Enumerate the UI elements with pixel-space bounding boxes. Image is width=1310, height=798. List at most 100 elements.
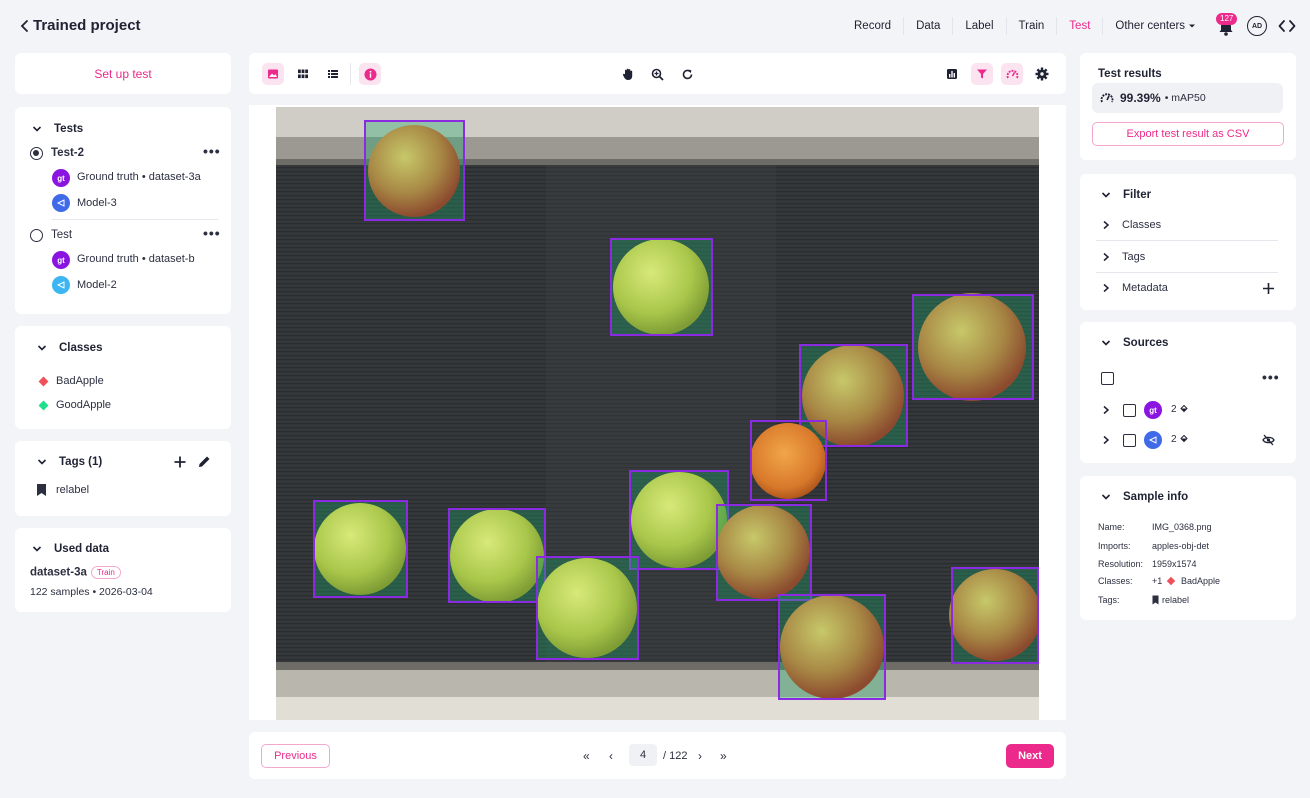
- chevron-down-icon: [1101, 192, 1111, 198]
- sort-icon: [1180, 435, 1188, 443]
- filter-button[interactable]: [971, 63, 993, 85]
- zoom-button[interactable]: [646, 63, 668, 85]
- nav-data[interactable]: Data: [904, 17, 954, 35]
- chevron-right-icon[interactable]: [1102, 435, 1110, 445]
- test-2-name[interactable]: Test-2: [51, 147, 84, 159]
- user-avatar[interactable]: AD: [1247, 16, 1267, 36]
- prev-page-icon[interactable]: ‹: [609, 749, 613, 763]
- last-page-icon[interactable]: »: [720, 749, 727, 763]
- page-number-input[interactable]: 4: [629, 744, 657, 766]
- pan-button[interactable]: [617, 63, 639, 85]
- sources-more-icon[interactable]: •••: [1262, 370, 1280, 384]
- select-all-sources-checkbox[interactable]: [1101, 372, 1114, 385]
- classes-header[interactable]: Classes: [37, 342, 102, 354]
- divider: [52, 219, 218, 220]
- export-csv-button[interactable]: Export test result as CSV: [1092, 122, 1284, 146]
- set-up-test-button[interactable]: Set up test: [15, 53, 231, 94]
- back-chevron-icon[interactable]: [18, 18, 32, 34]
- filter-metadata-label: Metadata: [1122, 282, 1168, 294]
- refresh-icon: [682, 69, 692, 79]
- first-page-icon[interactable]: «: [583, 749, 590, 763]
- filter-header[interactable]: Filter: [1101, 189, 1151, 201]
- source-model-checkbox[interactable]: [1123, 434, 1136, 447]
- apple-annotation[interactable]: [610, 238, 713, 336]
- chart-button[interactable]: [941, 63, 963, 85]
- next-page-icon[interactable]: ›: [698, 749, 702, 763]
- filter-classes[interactable]: Classes: [1102, 219, 1161, 231]
- sources-header[interactable]: Sources: [1101, 337, 1168, 349]
- grid-view-button[interactable]: [292, 63, 314, 85]
- chevron-right-icon: [1103, 252, 1110, 262]
- sample-image-canvas[interactable]: [276, 107, 1039, 720]
- previous-button[interactable]: Previous: [261, 744, 330, 768]
- tag-relabel[interactable]: relabel: [56, 484, 89, 496]
- test-radio[interactable]: [30, 229, 43, 242]
- filter-tags[interactable]: Tags: [1102, 251, 1145, 263]
- apple-annotation[interactable]: [912, 293, 1034, 401]
- apple-annotation[interactable]: [778, 594, 886, 700]
- dataset-name-row[interactable]: dataset-3a Train: [30, 566, 121, 579]
- class-bad-apple[interactable]: BadApple: [56, 375, 104, 387]
- apple-annotation[interactable]: [799, 344, 908, 447]
- nav-other-centers[interactable]: Other centers: [1103, 17, 1208, 35]
- model-icon: [1144, 431, 1162, 449]
- gt-badge-icon: gt: [52, 251, 70, 269]
- nav-test[interactable]: Test: [1057, 17, 1104, 35]
- chevron-down-icon: [1101, 340, 1111, 346]
- bookmark-icon: [1152, 595, 1159, 605]
- sample-info-header[interactable]: Sample info: [1101, 491, 1188, 503]
- metrics-button[interactable]: [1001, 63, 1023, 85]
- refresh-button[interactable]: [676, 63, 698, 85]
- info-button[interactable]: [359, 63, 381, 85]
- nav-label[interactable]: Label: [953, 17, 1007, 35]
- filter-metadata[interactable]: Metadata: [1102, 282, 1168, 294]
- sources-title: Sources: [1123, 337, 1169, 349]
- tags-header[interactable]: Tags (1): [37, 456, 102, 468]
- classes-title: Classes: [59, 342, 103, 354]
- tags-label: Tags:: [1098, 595, 1120, 605]
- next-button[interactable]: Next: [1006, 744, 1054, 768]
- pencil-icon[interactable]: [196, 454, 212, 470]
- chevron-right-icon[interactable]: [1102, 405, 1110, 415]
- apple-annotation[interactable]: [716, 504, 812, 601]
- tags-value: relabel: [1162, 595, 1190, 605]
- used-data-header[interactable]: Used data: [32, 543, 109, 555]
- model-icon: [52, 276, 70, 294]
- test-more-icon[interactable]: •••: [203, 226, 221, 240]
- tests-title: Tests: [54, 123, 84, 135]
- info-icon: [364, 68, 376, 80]
- eye-off-icon[interactable]: [1262, 434, 1275, 446]
- apple-annotation[interactable]: [313, 500, 408, 598]
- settings-button[interactable]: [1031, 63, 1053, 85]
- filter-tags-label: Tags: [1122, 251, 1146, 263]
- test-name[interactable]: Test: [51, 229, 72, 241]
- source-gt-checkbox[interactable]: [1123, 404, 1136, 417]
- image-icon: [268, 69, 278, 79]
- source-gt-count: 2: [1171, 404, 1177, 415]
- tests-panel: [15, 107, 231, 314]
- nav-train[interactable]: Train: [1007, 17, 1058, 35]
- image-view-button[interactable]: [262, 63, 284, 85]
- apple-annotation[interactable]: [949, 567, 1039, 664]
- plus-icon[interactable]: [1262, 282, 1275, 295]
- bookmark-icon: [37, 484, 46, 496]
- test-2-radio[interactable]: [30, 147, 43, 160]
- nav-record[interactable]: Record: [842, 17, 905, 35]
- sample-image: [276, 107, 1039, 720]
- imports-label: Imports:: [1098, 541, 1131, 551]
- apple-annotation[interactable]: [364, 120, 465, 221]
- list-icon: [328, 70, 338, 78]
- apple-annotation[interactable]: [536, 556, 639, 660]
- test-results-title: Test results: [1098, 68, 1162, 80]
- apple-annotation[interactable]: [448, 508, 546, 603]
- plus-icon[interactable]: [173, 455, 187, 469]
- test-2-more-icon[interactable]: •••: [203, 144, 221, 158]
- apple-annotation[interactable]: [629, 470, 729, 570]
- tests-header[interactable]: Tests: [32, 123, 83, 135]
- list-view-button[interactable]: [322, 63, 344, 85]
- class-good-apple[interactable]: GoodApple: [56, 399, 111, 411]
- code-icon[interactable]: [1278, 17, 1296, 35]
- dataset-meta: 122 samples • 2026-03-04: [30, 586, 153, 598]
- imports-value: apples-obj-det: [1152, 541, 1210, 551]
- resolution-value: 1959x1574: [1152, 559, 1197, 569]
